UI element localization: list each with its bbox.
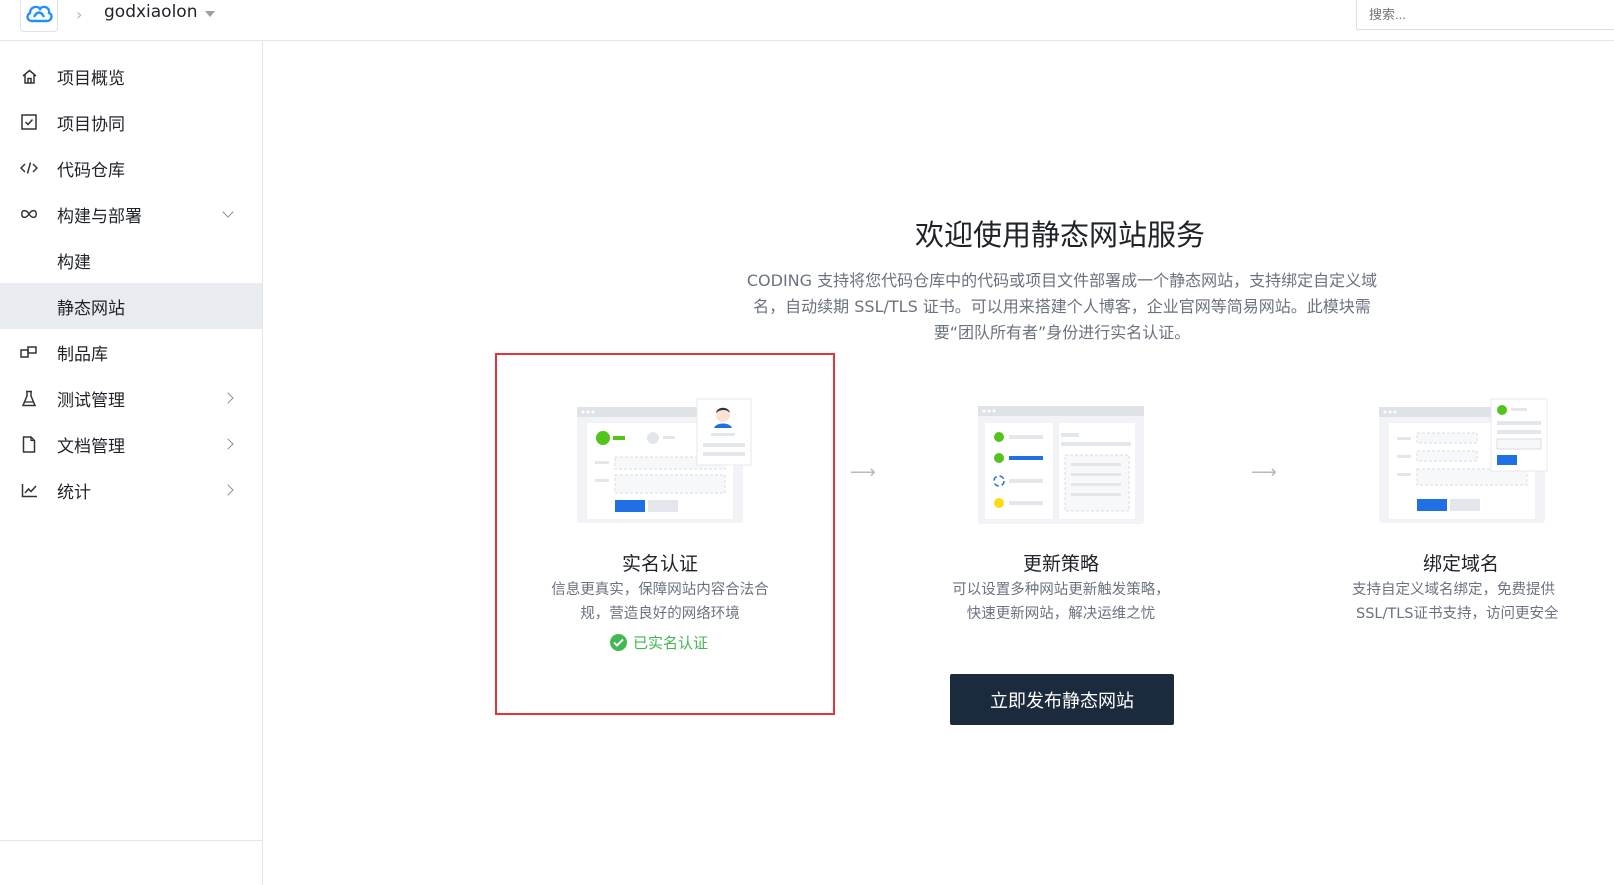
- card-description: 支持自定义域名绑定，免费提供 SSL/TLS证书支持，访问更安全: [1340, 578, 1614, 626]
- arrow-right-icon: ⟶: [850, 462, 876, 483]
- sidebar-item-label: 文档管理: [57, 436, 125, 457]
- sidebar-item-static-site[interactable]: 静态网站: [0, 283, 262, 329]
- card-desc-line: 可以设置多种网站更新触发策略，: [952, 582, 1170, 598]
- real-name-illustration: [575, 397, 755, 525]
- sidebar-item-collaboration[interactable]: 项目协同: [0, 99, 262, 145]
- chevron-right-icon: [222, 392, 234, 404]
- update-strategy-illustration: [977, 405, 1157, 533]
- sidebar-item-label: 统计: [57, 482, 91, 503]
- sidebar-item-label: 项目协同: [57, 114, 125, 135]
- sidebar-item-docs[interactable]: 文档管理: [0, 421, 262, 467]
- sidebar-item-code-repo[interactable]: 代码仓库: [0, 145, 262, 191]
- caret-down-icon: [205, 10, 216, 17]
- sidebar-item-label: 测试管理: [57, 390, 125, 411]
- home-icon: [20, 67, 38, 85]
- code-icon: [20, 159, 38, 177]
- project-switcher[interactable]: godxiaolon: [104, 2, 216, 22]
- document-icon: [20, 435, 38, 453]
- sidebar-item-label: 项目概览: [57, 68, 125, 89]
- card-description: 信息更真实，保障网站内容合法合 规，营造良好的网络环境: [525, 578, 795, 626]
- coding-logo[interactable]: [20, 0, 58, 32]
- sidebar-item-label: 制品库: [57, 344, 108, 365]
- sidebar-item-build[interactable]: 构建: [0, 237, 262, 283]
- card-desc-line: 信息更真实，保障网站内容合法合: [551, 582, 769, 598]
- sidebar-item-overview[interactable]: 项目概览: [0, 53, 262, 99]
- chevron-right-icon: ›: [76, 5, 83, 24]
- page-title: 欢迎使用静态网站服务: [914, 218, 1205, 252]
- bind-domain-illustration: [1377, 397, 1557, 525]
- infinity-icon: [20, 205, 38, 223]
- sidebar-divider: [0, 840, 262, 841]
- sidebar-item-label: 构建与部署: [57, 206, 142, 227]
- top-bar: › godxiaolon: [0, 0, 1614, 41]
- flask-icon: [20, 389, 38, 407]
- sidebar-item-build-deploy[interactable]: 构建与部署: [0, 191, 262, 237]
- card-title: 实名认证: [621, 553, 698, 575]
- card-desc-line: 规，营造良好的网络环境: [580, 606, 740, 622]
- sidebar-item-testing[interactable]: 测试管理: [0, 375, 262, 421]
- card-desc-line: SSL/TLS证书支持，访问更安全: [1356, 606, 1559, 622]
- sidebar-item-label: 构建: [57, 252, 91, 273]
- chart-icon: [20, 481, 38, 499]
- chevron-right-icon: [222, 438, 234, 450]
- sidebar-item-artifacts[interactable]: 制品库: [0, 329, 262, 375]
- card-desc-line: 支持自定义域名绑定，免费提供: [1352, 582, 1555, 598]
- card-desc-line: 快速更新网站，解决运维之忧: [966, 606, 1156, 622]
- chevron-down-icon: [222, 205, 234, 218]
- intro-line: CODING 支持将您代码仓库中的代码或项目文件部署成一个静态网站，支持绑定自定…: [746, 271, 1378, 290]
- card-description: 可以设置多种网站更新触发策略， 快速更新网站，解决运维之忧: [926, 578, 1196, 626]
- sidebar-item-label: 代码仓库: [57, 160, 125, 181]
- intro-text: CODING 支持将您代码仓库中的代码或项目文件部署成一个静态网站，支持绑定自定…: [724, 268, 1400, 346]
- checkbox-icon: [20, 113, 38, 131]
- verified-status: 已实名认证: [610, 632, 708, 653]
- check-circle-icon: [610, 634, 627, 651]
- card-title: 更新策略: [1022, 553, 1099, 575]
- intro-line: 要“团队所有者”身份进行实名认证。: [933, 323, 1191, 342]
- card-title: 绑定域名: [1422, 553, 1499, 575]
- sidebar-item-label: 静态网站: [57, 298, 125, 319]
- chevron-right-icon: [222, 484, 234, 496]
- search-input[interactable]: [1356, 0, 1614, 30]
- cloud-logo-icon: [26, 5, 53, 23]
- sidebar: 项目概览 项目协同 代码仓库 构建与部署 构建 静态网站 制品库 测试管理 文档…: [0, 41, 263, 885]
- sidebar-item-stats[interactable]: 统计: [0, 467, 262, 513]
- project-name: godxiaolon: [104, 2, 198, 22]
- package-icon: [20, 343, 38, 361]
- verified-label: 已实名认证: [633, 634, 709, 652]
- arrow-right-icon: ⟶: [1251, 462, 1277, 483]
- intro-line: 名，自动续期 SSL/TLS 证书。可以用来搭建个人博客，企业官网等简易网站。此…: [753, 297, 1371, 316]
- publish-static-site-button[interactable]: 立即发布静态网站: [950, 674, 1174, 725]
